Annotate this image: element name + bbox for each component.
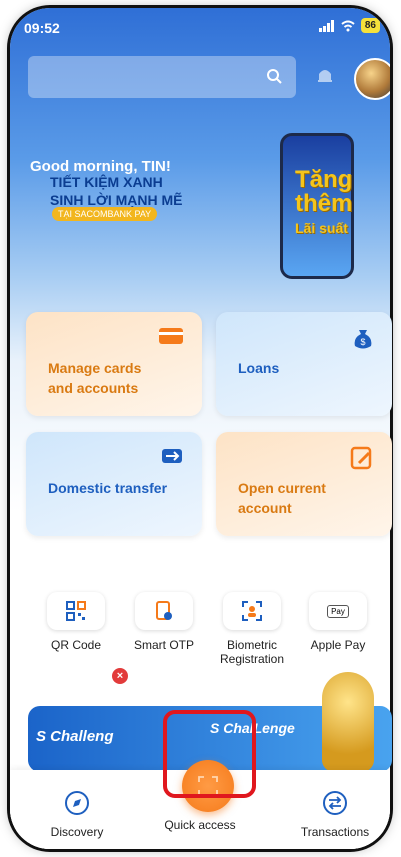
search-icon [267,69,282,84]
qr-code-button[interactable]: QR Code [36,592,116,652]
battery-badge: 86 [360,18,380,33]
promo-big-text[interactable]: Tăng thêm Lãi suất [295,168,352,240]
compass-icon [65,791,89,815]
apple-pay-button[interactable]: Pay Apple Pay [298,592,378,652]
apple-pay-icon: Pay [327,604,349,618]
promo-tag: TẠI SACOMBANK PAY [52,207,158,221]
loans-button[interactable]: $ Loans [216,312,392,416]
face-id-icon [242,601,262,621]
avatar[interactable] [354,58,390,100]
nav-quick-access[interactable]: Quick access [145,812,255,832]
search-input[interactable] [28,56,296,98]
biometric-button[interactable]: Biometric Registration [212,592,292,666]
card-icon [159,328,183,344]
bell-icon[interactable] [315,66,335,86]
smart-otp-button[interactable]: Smart OTP [124,592,204,652]
mascot-image [322,672,374,772]
open-account-button[interactable]: Open current account [216,432,392,536]
manage-cards-button[interactable]: Manage cards and accounts [26,312,202,416]
money-bag-icon: $ [354,330,372,349]
wifi-icon [341,20,355,31]
promo-headline: TIẾT KIỆM XANH SINH LỜI MẠNH MẼ [50,174,183,208]
highlight-box [163,710,256,798]
svg-text:$: $ [360,337,365,347]
nav-discovery[interactable]: Discovery [22,790,132,839]
status-time: 09:52 [24,20,60,36]
otp-icon [156,601,172,620]
status-bar: 09:52 86 [10,8,390,40]
edit-document-icon [350,446,372,470]
close-icon[interactable]: × [112,668,128,684]
signal-icon [318,19,334,32]
transfer-icon [162,449,182,463]
nav-transactions[interactable]: Transactions [280,790,390,839]
qr-icon [66,601,86,621]
transfer-arrows-icon [323,791,347,815]
domestic-transfer-button[interactable]: Domestic transfer [26,432,202,536]
